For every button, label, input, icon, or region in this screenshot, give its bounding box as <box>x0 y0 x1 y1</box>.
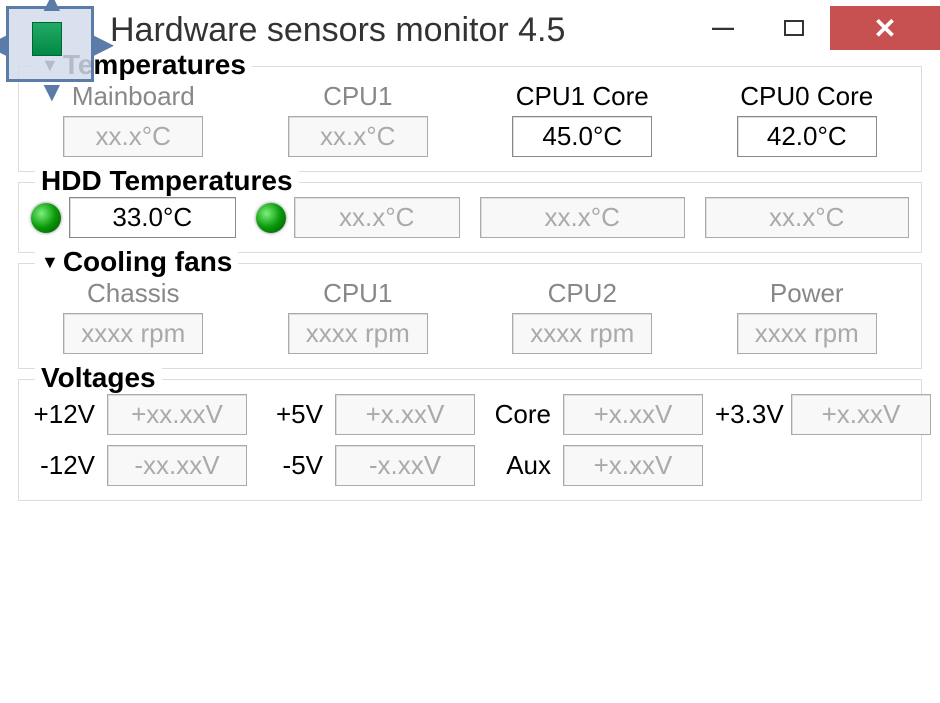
fan-label: Chassis <box>87 278 179 309</box>
client-area: ▼ Temperatures Mainboardxx.x°CCPU1xx.x°C… <box>0 60 940 523</box>
voltage-value: +xx.xxV <box>107 394 247 435</box>
temp-label: CPU1 <box>323 81 392 112</box>
minimize-button[interactable]: — <box>686 6 758 50</box>
temp-label: CPU0 Core <box>740 81 873 112</box>
hdd-title-label: HDD Temperatures <box>41 165 293 197</box>
temp-label: CPU1 Core <box>516 81 649 112</box>
maximize-button[interactable] <box>758 6 830 50</box>
temp-value: 42.0°C <box>737 116 877 157</box>
hdd-temperatures-group: HDD Temperatures 33.0°Cxx.x°Cxx.x°Cxx.x°… <box>18 182 922 253</box>
hdd-temp-value: 33.0°C <box>69 197 236 238</box>
voltage-value: -xx.xxV <box>107 445 247 486</box>
fan-label: CPU1 <box>323 278 392 309</box>
led-icon <box>31 203 61 233</box>
hdd-temp-value: xx.x°C <box>705 197 910 238</box>
temp-value: xx.x°C <box>288 116 428 157</box>
voltage-label: -5V <box>259 450 323 481</box>
fan-value: xxxx rpm <box>737 313 877 354</box>
voltages-title: Voltages <box>35 364 162 392</box>
voltage-label: +3.3V <box>715 399 779 430</box>
temp-value: 45.0°C <box>512 116 652 157</box>
voltage-label: -12V <box>31 450 95 481</box>
fan-value: xxxx rpm <box>512 313 652 354</box>
maximize-icon <box>784 20 804 36</box>
arrow-right-icon: ▶ <box>92 30 114 58</box>
voltage-label: Core <box>487 399 551 430</box>
cooling-fans-group: ▼ Cooling fans Chassisxxxx rpmCPU1xxxx r… <box>18 263 922 369</box>
voltages-group: Voltages +12V+xx.xxV+5V+x.xxVCore+x.xxV+… <box>18 379 922 501</box>
fan-label: Power <box>770 278 844 309</box>
fan-label: CPU2 <box>548 278 617 309</box>
voltage-value: +x.xxV <box>335 394 475 435</box>
fans-title[interactable]: ▼ Cooling fans <box>35 248 238 276</box>
voltage-label: +12V <box>31 399 95 430</box>
arrow-up-icon: ▲ <box>38 0 66 16</box>
led-icon <box>256 203 286 233</box>
fan-value: xxxx rpm <box>63 313 203 354</box>
window-title: Hardware sensors monitor 4.5 <box>110 11 686 50</box>
voltage-label: Aux <box>487 450 551 481</box>
temp-value: xx.x°C <box>63 116 203 157</box>
voltage-label: +5V <box>259 399 323 430</box>
hdd-title: HDD Temperatures <box>35 167 299 195</box>
voltage-value: +x.xxV <box>791 394 931 435</box>
fan-value: xxxx rpm <box>288 313 428 354</box>
voltage-value: -x.xxV <box>335 445 475 486</box>
hdd-temp-value: xx.x°C <box>294 197 461 238</box>
close-button[interactable]: ✕ <box>830 6 940 50</box>
fans-title-label: Cooling fans <box>63 246 233 278</box>
arrow-left-icon: ◀ <box>0 30 8 58</box>
voltage-value: +x.xxV <box>563 394 703 435</box>
hdd-temp-value: xx.x°C <box>480 197 685 238</box>
app-icon <box>32 22 62 56</box>
arrow-down-icon: ▼ <box>38 78 66 106</box>
chevron-down-icon: ▼ <box>41 252 59 273</box>
move-window-widget[interactable]: ▲ ▼ ◀ ▶ <box>0 0 100 90</box>
voltages-title-label: Voltages <box>41 362 156 394</box>
voltage-value: +x.xxV <box>563 445 703 486</box>
temperatures-group: ▼ Temperatures Mainboardxx.x°CCPU1xx.x°C… <box>18 66 922 172</box>
